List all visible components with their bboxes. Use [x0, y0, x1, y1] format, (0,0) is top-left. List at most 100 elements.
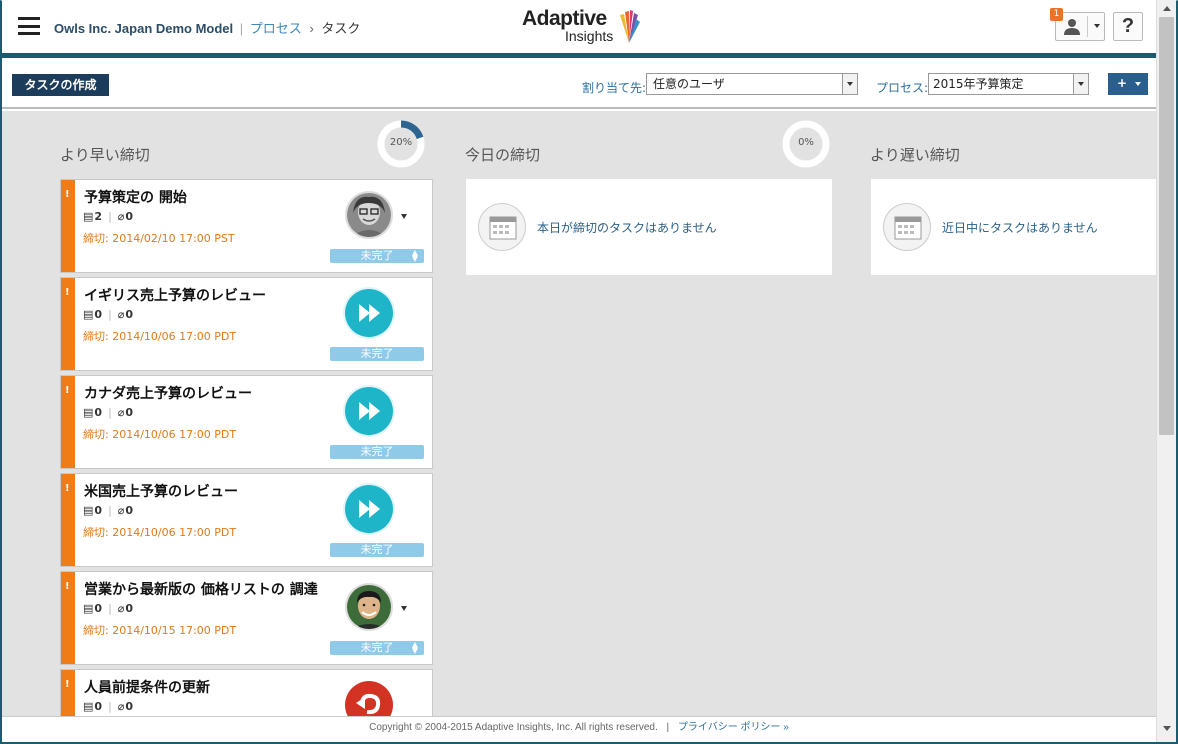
chevron-down-icon[interactable]: [401, 214, 407, 219]
task-title[interactable]: 人員前提条件の更新: [84, 677, 210, 697]
meta-separator: |: [108, 700, 112, 713]
scroll-down-icon[interactable]: [1163, 726, 1171, 731]
calendar-icon: [883, 203, 931, 251]
empty-state-text: 近日中にタスクはありません: [942, 221, 1098, 235]
task-card[interactable]: ! カナダ売上予算のレビュー ▤0 | ⌀0 締切: 2014/10/06 17:0…: [60, 375, 433, 469]
status-badge[interactable]: 未完了: [330, 347, 424, 361]
task-card[interactable]: ! 営業から最新版の 価格リストの 調達 ▤0 | ⌀0 締切: 2014/10/1…: [60, 571, 433, 665]
start-task-button[interactable]: [345, 289, 393, 337]
add-button[interactable]: +: [1108, 73, 1148, 95]
attachments-count: 0: [125, 504, 134, 517]
meta-separator: |: [108, 210, 112, 223]
notes-icon: ▤: [83, 406, 94, 419]
notes-count: 0: [94, 406, 103, 419]
scrollbar-thumb[interactable]: [1159, 17, 1174, 435]
task-meta: ▤0 | ⌀0: [83, 504, 133, 517]
process-select[interactable]: 2015年予算策定: [928, 73, 1089, 95]
avatar[interactable]: [345, 191, 393, 239]
due-date: 締切: 2014/10/06 17:00 PDT: [83, 526, 237, 539]
meta-separator: |: [108, 602, 112, 615]
calendar-icon: [478, 203, 526, 251]
chevron-down-icon[interactable]: [401, 606, 407, 611]
create-task-button[interactable]: タスクの作成: [12, 74, 109, 96]
priority-flag: !: [61, 572, 75, 664]
breadcrumb-arrow: ›: [309, 21, 314, 36]
notes-icon: ▤: [83, 210, 94, 223]
task-title[interactable]: 営業から最新版の 価格リストの 調達: [84, 579, 318, 599]
task-card[interactable]: ! 予算策定の 開始 ▤2 | ⌀0 締切: 2014/02/10 17:00 PS…: [60, 179, 433, 273]
task-card[interactable]: ! 人員前提条件の更新 ▤0 | ⌀0: [60, 669, 433, 716]
attachments-count: 0: [125, 210, 134, 223]
privacy-policy-link[interactable]: プライバシー ポリシー »: [678, 722, 789, 733]
status-label: 未完了: [360, 641, 394, 654]
due-date: 締切: 2014/02/10 17:00 PST: [83, 232, 235, 245]
avatar[interactable]: [345, 583, 393, 631]
empty-state-today: 本日が締切のタスクはありません: [466, 179, 832, 275]
attachments-count: 0: [125, 602, 134, 615]
menu-icon[interactable]: [18, 17, 40, 35]
priority-flag: !: [61, 180, 75, 272]
meta-separator: |: [108, 308, 112, 321]
task-card[interactable]: ! イギリス売上予算のレビュー ▤0 | ⌀0 締切: 2014/10/06 17:…: [60, 277, 433, 371]
due-date: 締切: 2014/10/15 17:00 PDT: [83, 624, 237, 637]
gauge-percent-label: 20%: [389, 137, 413, 148]
exclamation-icon: !: [65, 287, 70, 298]
notes-icon: ▤: [83, 700, 94, 713]
due-date: 締切: 2014/10/06 17:00 PDT: [83, 330, 237, 343]
task-title[interactable]: イギリス売上予算のレビュー: [84, 285, 266, 305]
status-dropdown[interactable]: 未完了 ▲ ▼: [330, 641, 424, 655]
footer: Copyright © 2004-2015 Adaptive Insights,…: [2, 716, 1156, 742]
assign-to-select[interactable]: 任意のユーザ: [646, 73, 858, 95]
exclamation-icon: !: [65, 679, 70, 690]
reopen-task-button[interactable]: [345, 681, 393, 716]
assign-to-label: 割り当て先:: [582, 81, 647, 95]
chevron-down-icon: [1135, 82, 1141, 86]
user-icon: [1064, 19, 1080, 35]
task-title[interactable]: 予算策定の 開始: [84, 187, 187, 207]
due-date: 締切: 2014/10/06 17:00 PDT: [83, 428, 237, 441]
status-dropdown[interactable]: 未完了 ▲ ▼: [330, 249, 424, 263]
status-label: 未完了: [360, 249, 394, 262]
attachment-icon: ⌀: [117, 308, 125, 321]
priority-flag: !: [61, 278, 75, 370]
column-title-later: より遅い締切: [870, 146, 960, 164]
fast-forward-icon: [359, 500, 380, 518]
attachment-icon: ⌀: [117, 602, 125, 615]
dropdown-arrow-icon: [1073, 74, 1088, 94]
notes-icon: ▤: [83, 602, 94, 615]
progress-gauge-today: 0%: [781, 119, 831, 169]
exclamation-icon: !: [65, 581, 70, 592]
logo-word-insights: Insights: [565, 28, 614, 44]
exclamation-icon: !: [65, 483, 70, 494]
exclamation-icon: !: [65, 189, 70, 200]
task-board: より早い締切 20% ! 予算策定の 開始 ▤2 | ⌀0 締切: 2014/02/…: [2, 111, 1156, 716]
task-card[interactable]: ! 米国売上予算のレビュー ▤0 | ⌀0 締切: 2014/10/06 17:00…: [60, 473, 433, 567]
notes-icon: ▤: [83, 308, 94, 321]
assign-to-value: 任意のユーザ: [653, 77, 725, 91]
attachments-count: 0: [125, 406, 134, 419]
start-task-button[interactable]: [345, 387, 393, 435]
attachments-count: 0: [125, 308, 134, 321]
notes-count: 2: [94, 210, 103, 223]
breadcrumb-current: タスク: [321, 21, 361, 36]
exclamation-icon: !: [65, 385, 70, 396]
model-name[interactable]: Owls Inc. Japan Demo Model: [54, 21, 233, 36]
notification-badge: 1: [1050, 8, 1063, 21]
breadcrumb-process-link[interactable]: プロセス: [250, 21, 302, 36]
task-title[interactable]: 米国売上予算のレビュー: [84, 481, 238, 501]
vertical-scrollbar[interactable]: [1156, 0, 1176, 742]
gauge-percent-label: 0%: [798, 137, 814, 148]
help-button[interactable]: ?: [1113, 12, 1143, 41]
scroll-up-icon[interactable]: [1163, 6, 1171, 11]
task-meta: ▤0 | ⌀0: [83, 700, 133, 713]
process-value: 2015年予算策定: [933, 77, 1024, 91]
status-badge[interactable]: 未完了: [330, 543, 424, 557]
status-badge[interactable]: 未完了: [330, 445, 424, 459]
user-menu-button[interactable]: 1: [1050, 8, 1105, 41]
dropdown-arrow-icon: [842, 74, 857, 94]
plus-icon: +: [1117, 76, 1128, 90]
task-title[interactable]: カナダ売上予算のレビュー: [84, 383, 252, 403]
attachment-icon: ⌀: [117, 406, 125, 419]
start-task-button[interactable]: [345, 485, 393, 533]
logo-mark-icon: [620, 10, 640, 43]
